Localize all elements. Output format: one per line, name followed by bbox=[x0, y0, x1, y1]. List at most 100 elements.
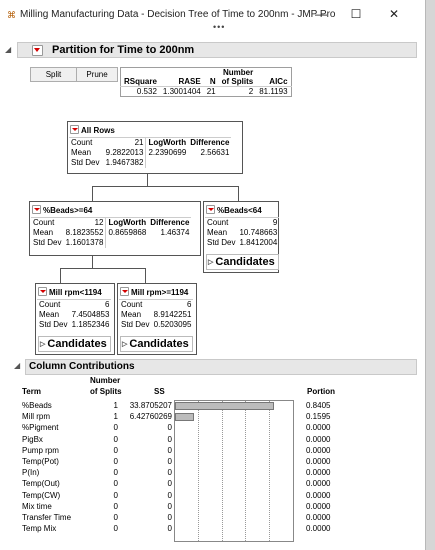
tree-connector bbox=[145, 268, 146, 283]
term-cell: Mix time bbox=[22, 501, 52, 511]
stat-value: 1.8412004 bbox=[239, 238, 278, 247]
close-button[interactable]: ✕ bbox=[384, 6, 404, 22]
red-triangle-menu-icon[interactable] bbox=[32, 205, 41, 214]
red-triangle-menu-icon[interactable] bbox=[120, 287, 129, 296]
node-title: Mill rpm<1194 bbox=[49, 288, 102, 297]
ss-cell: 0 bbox=[167, 479, 172, 489]
node-stats: Count 6 Mean 8.9142251 Std Dev 0.5203095 bbox=[119, 299, 194, 330]
splits-cell: 0 bbox=[113, 445, 118, 455]
candidates-label: Candidates bbox=[47, 338, 107, 350]
partition-header: Partition for Time to 200nm bbox=[17, 42, 417, 58]
ss-cell: 0 bbox=[167, 445, 172, 455]
red-triangle-menu-icon[interactable] bbox=[38, 287, 47, 296]
candidates-button[interactable]: ▷ Candidates bbox=[206, 254, 279, 270]
splits-cell: 0 bbox=[113, 457, 118, 466]
tree-node-beads-lt-64[interactable]: %Beads<64 Count 9 Mean 10.748663 Std Dev 1.… bbox=[203, 201, 280, 273]
tree-connector bbox=[92, 186, 239, 187]
stat-label: Mean bbox=[39, 310, 60, 319]
stat-label: Count bbox=[69, 137, 102, 148]
stat-value: 12 bbox=[63, 217, 106, 228]
summary-header-n: N bbox=[209, 77, 216, 86]
splits-cell: 0 bbox=[113, 479, 118, 489]
stat-label: Mean bbox=[121, 310, 142, 319]
portion-cell: 0.8405 bbox=[306, 401, 331, 410]
stat-label: Std Dev bbox=[71, 158, 100, 167]
red-triangle-menu-icon[interactable] bbox=[206, 205, 215, 214]
stat-header: LogWorth bbox=[145, 137, 189, 148]
splits-cell: 0 bbox=[113, 468, 118, 478]
stat-value: 10.748663 bbox=[239, 228, 278, 237]
tree-node-all-rows[interactable]: All Rows Count 21 LogWorth Difference Me… bbox=[67, 121, 243, 174]
candidates-button[interactable]: ▷ Candidates bbox=[38, 336, 111, 352]
node-stats: Count 12 LogWorth Difference Mean 8.1823… bbox=[31, 217, 192, 248]
node-stats: Count 6 Mean 7.4504853 Std Dev 1.1852346 bbox=[37, 299, 112, 330]
tree-node-mill-rpm-lt-1194[interactable]: Mill rpm<1194 Count 6 Mean 7.4504853 Std D… bbox=[35, 283, 115, 355]
summary-header-rase: RASE bbox=[178, 77, 201, 86]
ss-cell: 0 bbox=[167, 490, 172, 500]
portion-cell: 0.0000 bbox=[306, 445, 331, 455]
splits-cell: 1 bbox=[113, 412, 118, 422]
ss-cell: 0 bbox=[167, 524, 172, 534]
split-button[interactable]: Split bbox=[30, 67, 77, 82]
stat-value: 2.56631 bbox=[200, 148, 230, 157]
tree-connector bbox=[60, 268, 61, 283]
stat-value: 6 bbox=[151, 299, 194, 310]
disclosure-right-icon: ▷ bbox=[208, 259, 214, 266]
term-cell: Temp Mix bbox=[22, 524, 57, 534]
red-triangle-menu-icon[interactable] bbox=[32, 45, 43, 56]
minimize-button[interactable]: — bbox=[311, 6, 331, 22]
portion-cell: 0.0000 bbox=[306, 479, 331, 489]
portion-bar-chart bbox=[174, 400, 294, 542]
splits-cell: 0 bbox=[113, 513, 118, 522]
term-cell: %Pigment bbox=[22, 423, 59, 433]
disclosure-icon[interactable]: ◢ bbox=[14, 361, 20, 370]
splits-cell: 1 bbox=[113, 401, 118, 410]
stat-value: 6 bbox=[69, 299, 112, 310]
stat-value: 21 bbox=[101, 137, 146, 148]
tree-node-beads-ge-64[interactable]: %Beads>=64 Count 12 LogWorth Difference … bbox=[29, 201, 201, 256]
disclosure-icon[interactable]: ◢ bbox=[5, 45, 11, 54]
jmp-app-icon: ⌘ bbox=[7, 10, 16, 20]
portion-cell: 0.0000 bbox=[306, 524, 331, 534]
stat-value: 8.1823552 bbox=[65, 228, 104, 237]
candidates-label: Candidates bbox=[215, 256, 275, 268]
window-title: Milling Manufacturing Data - Decision Tr… bbox=[20, 9, 336, 20]
jmp-window: ⌘ Milling Manufacturing Data - Decision … bbox=[0, 0, 426, 550]
stat-label: Std Dev bbox=[207, 238, 236, 247]
ss-cell: 0 bbox=[167, 457, 172, 466]
ss-cell: 0 bbox=[167, 423, 172, 433]
stat-label: Mean bbox=[207, 228, 228, 237]
splits-cell: 0 bbox=[113, 501, 118, 511]
stat-value: 0.5203095 bbox=[153, 320, 192, 329]
summary-n: 21 bbox=[206, 87, 216, 96]
stat-label: Mean bbox=[33, 228, 54, 237]
portion-cell: 0.0000 bbox=[306, 468, 331, 478]
portion-cell: 0.0000 bbox=[306, 423, 331, 433]
tree-connector bbox=[238, 186, 239, 201]
overflow-menu-icon[interactable]: ••• bbox=[213, 23, 225, 32]
ss-cell: 0 bbox=[167, 513, 172, 522]
prune-button[interactable]: Prune bbox=[76, 67, 118, 82]
tree-connector bbox=[147, 172, 148, 186]
candidates-button[interactable]: ▷ Candidates bbox=[120, 336, 193, 352]
node-title: %Beads>=64 bbox=[43, 206, 93, 215]
node-title: All Rows bbox=[81, 126, 115, 135]
node-title: Mill rpm>=1194 bbox=[131, 288, 189, 297]
tree-node-mill-rpm-ge-1194[interactable]: Mill rpm>=1194 Count 6 Mean 8.9142251 Std … bbox=[117, 283, 197, 355]
stat-value: 9.2822013 bbox=[105, 148, 144, 157]
stat-label: Mean bbox=[71, 148, 92, 157]
maximize-button[interactable]: ☐ bbox=[346, 6, 366, 22]
portion-bar bbox=[175, 402, 274, 410]
term-cell: Pump rpm bbox=[22, 445, 59, 455]
term-cell: Temp(Out) bbox=[22, 479, 60, 489]
column-contributions-headers: Number Term of Splits SS Portion bbox=[20, 376, 336, 398]
node-stats: Count 21 LogWorth Difference Mean 9.2822… bbox=[69, 137, 232, 168]
stat-label: Count bbox=[31, 217, 64, 228]
node-stats: Count 9 Mean 10.748663 Std Dev 1.8412004 bbox=[205, 217, 280, 248]
summary-header-splits: of Splits bbox=[221, 77, 254, 86]
stat-label: Std Dev bbox=[33, 238, 62, 247]
stat-label: Count bbox=[119, 299, 152, 310]
stat-label: Count bbox=[205, 217, 238, 228]
tree-connector bbox=[92, 186, 93, 201]
red-triangle-menu-icon[interactable] bbox=[70, 125, 79, 134]
